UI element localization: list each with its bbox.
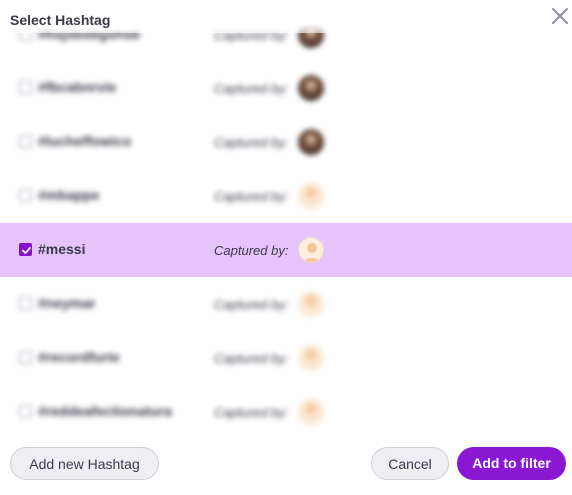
- close-icon[interactable]: [550, 6, 570, 26]
- captured-by-label: Captured by:: [214, 189, 289, 204]
- captured-by-label: Captured by:: [214, 135, 289, 150]
- row-checkbox[interactable]: [19, 351, 32, 364]
- hashtag-row[interactable]: #reddeafectionatura Captured by:: [0, 385, 572, 435]
- avatar: [298, 183, 324, 209]
- avatar: [298, 75, 324, 101]
- hashtag-name: #recordfurie: [38, 349, 120, 365]
- captured-by-label: Captured by:: [214, 243, 289, 258]
- hashtag-row[interactable]: #recordfurie Captured by:: [0, 331, 572, 385]
- hashtag-name: #reddeafectionatura: [38, 403, 172, 419]
- hashtag-name: #lucheffowico: [38, 133, 132, 149]
- row-checkbox[interactable]: [19, 189, 32, 202]
- add-to-filter-button[interactable]: Add to filter: [457, 447, 566, 480]
- hashtag-name: #mbappe: [38, 187, 100, 203]
- hashtag-row[interactable]: #fbcabnrvie Captured by:: [0, 61, 572, 115]
- captured-by-label: Captured by:: [214, 405, 289, 420]
- hashtag-row[interactable]: #lucheffowico Captured by:: [0, 115, 572, 169]
- cancel-button[interactable]: Cancel: [371, 447, 449, 480]
- row-checkbox[interactable]: [19, 297, 32, 310]
- hashtag-name: #neymar: [38, 295, 96, 311]
- avatar: [298, 399, 324, 425]
- hashtag-row[interactable]: #neymar Captured by:: [0, 277, 572, 331]
- avatar: [298, 129, 324, 155]
- captured-by-label: Captured by:: [214, 81, 289, 96]
- captured-by-label: Captured by:: [214, 351, 289, 366]
- add-new-hashtag-button[interactable]: Add new Hashtag: [10, 447, 159, 480]
- avatar: [298, 291, 324, 317]
- captured-by-label: Captured by:: [214, 297, 289, 312]
- hashtag-name: #fbcabnrvie: [38, 79, 117, 95]
- hashtag-row-selected[interactable]: #messi Captured by:: [0, 223, 572, 277]
- row-checkbox-checked[interactable]: [19, 243, 32, 256]
- dialog-title: Select Hashtag: [10, 12, 111, 28]
- row-checkbox[interactable]: [19, 405, 32, 418]
- row-checkbox[interactable]: [19, 135, 32, 148]
- row-checkbox[interactable]: [19, 81, 32, 94]
- checkmark-icon: [22, 247, 31, 254]
- avatar: [298, 237, 324, 263]
- hashtag-row[interactable]: #mbappe Captured by:: [0, 169, 572, 223]
- avatar: [298, 345, 324, 371]
- person-avatar-icon: [303, 243, 321, 262]
- hashtag-list[interactable]: #hsjsbsbgshsb Captured by: #fbcabnrvie C…: [0, 0, 572, 435]
- hashtag-name: #messi: [38, 241, 86, 257]
